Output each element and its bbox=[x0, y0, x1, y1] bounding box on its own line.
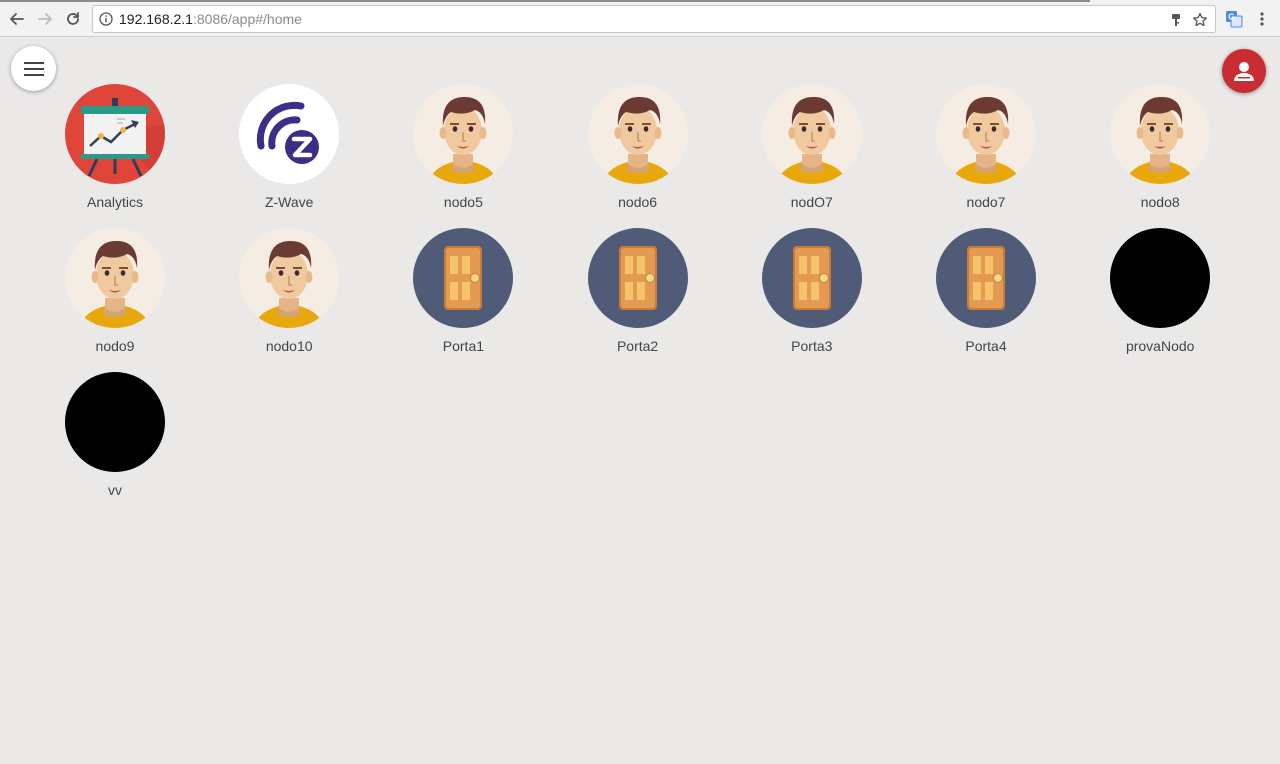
device-tile[interactable]: Porta1 bbox=[376, 228, 550, 362]
device-tile[interactable]: nodo6 bbox=[551, 84, 725, 218]
device-tile[interactable]: Porta4 bbox=[899, 228, 1073, 362]
device-tile[interactable]: nodo9 bbox=[28, 228, 202, 362]
user-account-icon bbox=[1234, 62, 1254, 81]
device-tile[interactable]: vv bbox=[28, 372, 202, 506]
translate-extension-button[interactable]: G bbox=[1223, 8, 1245, 30]
zwave-logo-icon[interactable] bbox=[239, 84, 340, 184]
forward-button[interactable] bbox=[34, 8, 56, 30]
reload-icon bbox=[67, 12, 79, 25]
device-tile[interactable]: nodO7 bbox=[725, 84, 899, 218]
hamburger-menu-icon bbox=[23, 61, 44, 76]
device-tile-label: Porta2 bbox=[616, 338, 659, 354]
person-avatar-icon[interactable] bbox=[587, 84, 688, 184]
bookmark-star-icon[interactable] bbox=[1191, 11, 1209, 29]
empty-node-icon[interactable] bbox=[65, 372, 165, 472]
door-icon[interactable] bbox=[413, 228, 514, 328]
url-text[interactable]: 192.168.2.1:8086/app#/home bbox=[119, 11, 302, 27]
device-tile-label: Analytics bbox=[86, 194, 144, 210]
device-tile[interactable]: Porta2 bbox=[551, 228, 725, 362]
device-tile-label: nodo9 bbox=[95, 338, 135, 354]
device-tile-label: nodo8 bbox=[1140, 194, 1180, 210]
door-icon[interactable] bbox=[936, 228, 1036, 328]
door-icon[interactable] bbox=[761, 228, 862, 328]
device-tile[interactable]: Z-Wave bbox=[202, 84, 376, 218]
device-tile-label: nodo7 bbox=[966, 194, 1006, 210]
device-tile[interactable]: Porta3 bbox=[725, 228, 899, 362]
device-tile-label: Porta1 bbox=[442, 338, 485, 354]
page-load-progress-bar bbox=[0, 0, 1090, 2]
device-tile[interactable]: Analytics bbox=[28, 84, 202, 218]
device-tile-label: provaNodo bbox=[1125, 338, 1195, 354]
translate-icon: G bbox=[1226, 11, 1243, 28]
person-avatar-icon[interactable] bbox=[413, 84, 514, 184]
device-tile[interactable]: provaNodo bbox=[1073, 228, 1247, 362]
device-tile[interactable]: nodo8 bbox=[1073, 84, 1247, 218]
person-avatar-icon[interactable] bbox=[65, 228, 165, 328]
device-tile-label: Porta4 bbox=[965, 338, 1007, 354]
person-avatar-icon[interactable] bbox=[936, 84, 1036, 184]
reload-button[interactable] bbox=[62, 8, 84, 30]
analytics-board-icon[interactable] bbox=[65, 84, 165, 184]
url-path: :8086/app#/home bbox=[192, 11, 302, 27]
device-tile-label: Porta3 bbox=[791, 338, 833, 354]
vertical-dots-icon bbox=[1260, 12, 1264, 26]
device-tile-label: nodO7 bbox=[790, 194, 833, 210]
person-avatar-icon[interactable] bbox=[761, 84, 862, 184]
forward-arrow-icon bbox=[38, 13, 52, 25]
device-tile[interactable]: nodo10 bbox=[202, 228, 376, 362]
device-tile-label: nodo5 bbox=[443, 194, 483, 210]
device-tile-label: nodo10 bbox=[265, 338, 313, 354]
person-avatar-icon[interactable] bbox=[239, 228, 340, 328]
empty-node-icon[interactable] bbox=[1110, 228, 1211, 328]
svg-text:G: G bbox=[1228, 13, 1234, 22]
back-button[interactable] bbox=[6, 8, 28, 30]
browser-menu-button[interactable] bbox=[1251, 8, 1273, 30]
key-icon[interactable] bbox=[1167, 11, 1185, 29]
back-arrow-icon bbox=[10, 13, 24, 25]
door-icon[interactable] bbox=[587, 228, 688, 328]
device-tile-label: nodo6 bbox=[618, 194, 658, 210]
device-tile[interactable]: nodo7 bbox=[899, 84, 1073, 218]
device-tile[interactable]: nodo5 bbox=[376, 84, 550, 218]
person-avatar-icon[interactable] bbox=[1110, 84, 1211, 184]
address-bar[interactable]: 192.168.2.1:8086/app#/home bbox=[92, 5, 1216, 33]
browser-toolbar: 192.168.2.1:8086/app#/home G bbox=[0, 0, 1280, 37]
device-tile-label: Z-Wave bbox=[264, 194, 314, 210]
site-info-icon[interactable] bbox=[99, 12, 113, 31]
device-tile-label: vv bbox=[108, 482, 122, 498]
url-host: 192.168.2.1 bbox=[119, 11, 193, 27]
